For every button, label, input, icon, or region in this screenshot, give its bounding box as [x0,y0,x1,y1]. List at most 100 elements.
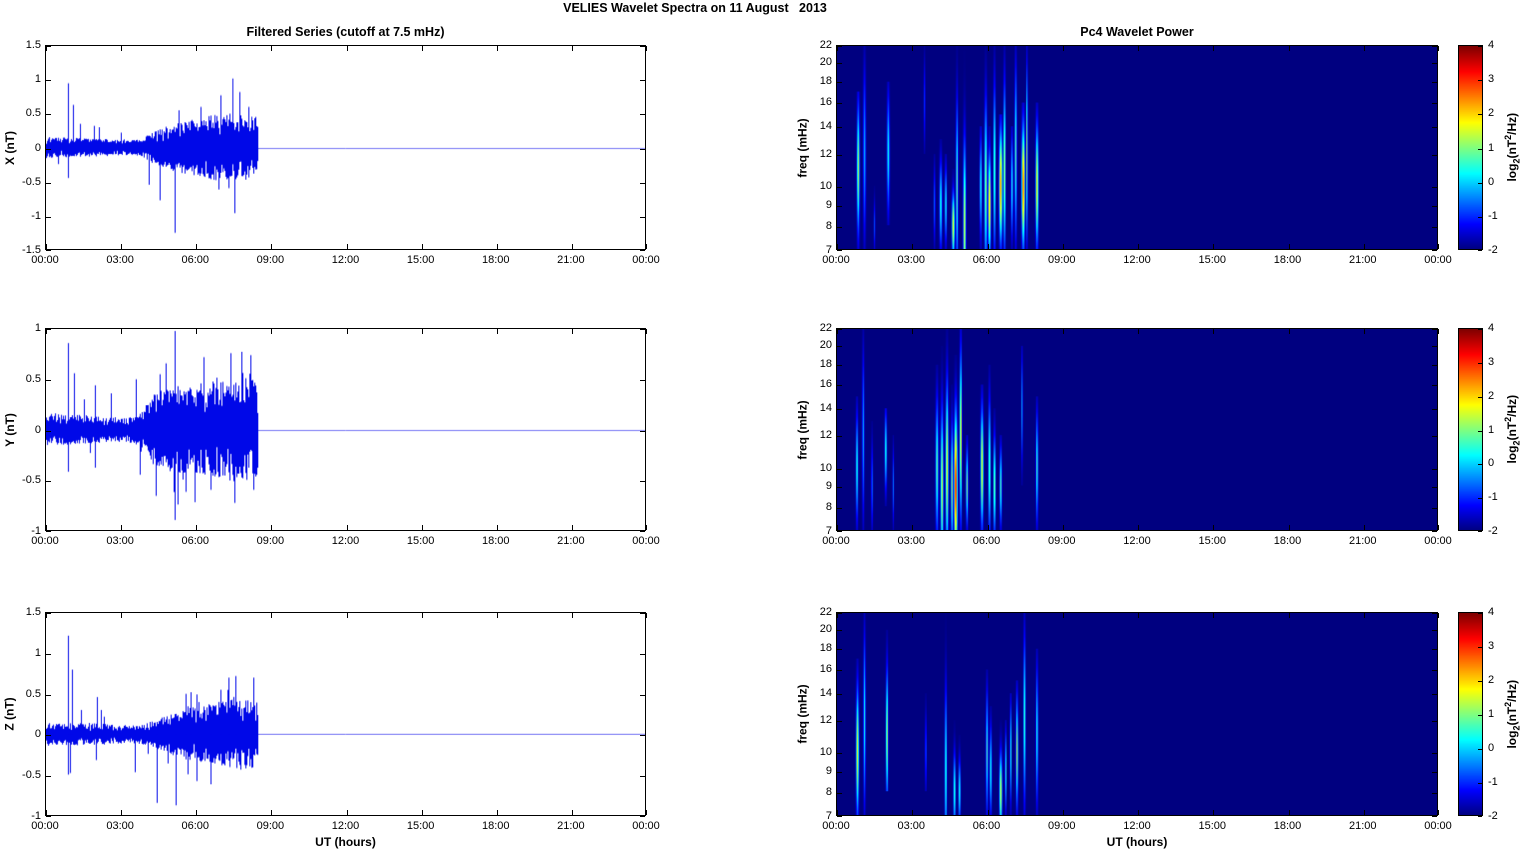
x-tick-mark [1138,244,1139,249]
x-tick-mark [988,46,989,51]
x-tick-mark [1438,244,1439,249]
y-tick-label: 10 [819,746,832,759]
x-tick-mark [1289,329,1290,334]
panel-title-filtered-series: Filtered Series (cutoff at 7.5 mHz) [246,25,445,39]
y-tick-label: 22 [819,606,832,618]
y-tick-label: 8 [825,220,832,233]
colorbar-tick-mark [1478,498,1482,499]
y-tick-mark [837,670,842,671]
x-tick-mark [196,46,197,51]
y-tick-label: 22 [819,322,832,334]
y-tick-mark [640,329,645,330]
y-tick-mark [640,114,645,115]
x-tick-mark [46,244,47,249]
x-tick-mark [121,46,122,51]
y-tick-label: -0.5 [22,474,41,487]
y-tick-mark [1432,63,1437,64]
y-tick-mark [46,735,51,736]
x-tick-mark [1138,613,1139,618]
x-tick-labels: 00:00 03:00 06:00 09:00 12:00 15:00 18:00 21:00… [822,820,1452,834]
x-tick-label: 06:00 [972,535,1001,547]
y-tick-label: 0.5 [25,372,41,385]
x-axis-label: UT (hours) [315,835,376,849]
x-tick-label: 06:00 [181,820,210,832]
y-tick-mark [46,46,51,47]
colorbar-tick-label: 1 [1488,423,1495,436]
x-tick-mark [572,329,573,334]
y-tick-mark [1432,227,1437,228]
y-tick-mark [1432,436,1437,437]
x-tick-mark [347,329,348,334]
x-tick-mark [912,46,913,51]
y-tick-mark [837,436,842,437]
x-tick-label: 00:00 [822,535,850,547]
x-tick-mark [988,810,989,815]
y-tick-mark [837,206,842,207]
y-tick-mark [1432,721,1437,722]
x-tick-mark [497,613,498,618]
y-tick-labels: -1.5 -1 -0.5 0 0.5 1 1.5 [5,39,41,256]
x-tick-mark [1364,329,1365,334]
x-tick-mark [837,525,838,530]
x-tick-mark [271,329,272,334]
y-tick-label: 9 [825,480,832,493]
y-tick-mark [640,776,645,777]
colorbar-tick-label: 3 [1488,73,1495,86]
x-tick-label: 12:00 [1123,820,1151,832]
x-tick-labels: 00:00 03:00 06:00 09:00 12:00 15:00 18:00 21:00… [822,535,1452,549]
colorbar-tick-mark [1478,816,1482,817]
y-tick-mark [837,508,842,509]
x-tick-mark [422,810,423,815]
colorbar-tick-label: 2 [1488,107,1495,120]
y-tick-label: 8 [825,786,832,799]
x-tick-mark [1289,810,1290,815]
filtered-series-z-panel: Z (nT) -1 -0.5 0 0.5 1 1.5 00:00 03:00 06:00 09:… [3,606,660,849]
x-tick-mark [646,525,647,530]
y-tick-mark [837,63,842,64]
x-tick-mark [988,329,989,334]
y-tick-mark [837,721,842,722]
x-tick-mark [1438,810,1439,815]
plot-area-z-series [45,612,647,817]
y-tick-mark [1432,793,1437,794]
colorbar-canvas [1459,329,1482,530]
colorbar-tick-label: -2 [1488,525,1498,537]
x-tick-label: 03:00 [897,254,926,266]
y-tick-mark [46,380,51,381]
x-tick-mark [1063,244,1064,249]
y-tick-mark [640,183,645,184]
y-series-canvas [46,329,645,530]
x-tick-mark [988,244,989,249]
x-tick-label: 00:00 [632,535,660,547]
wavelet-power-z-panel: freq (mHz) 7 8 9 10 12 14 16 18 20 22 00:00 03:00 0… [796,606,1521,849]
colorbar-tick-label: 3 [1488,640,1495,652]
x-tick-label: 18:00 [1273,254,1302,266]
colorbar-tick-mark [1478,80,1482,81]
x-tick-mark [1364,810,1365,815]
y-tick-label: 16 [819,96,832,108]
x-spectrogram-canvas [837,46,1437,249]
x-tick-mark [1289,613,1290,618]
x-tick-label: 00:00 [822,820,850,832]
y-tick-label: 16 [819,662,832,675]
y-tick-mark [1432,670,1437,671]
x-tick-label: 00:00 [31,535,59,547]
colorbar-tick-label: 2 [1488,674,1495,686]
y-tick-mark [640,695,645,696]
y-tick-mark [46,695,51,696]
y-tick-label: 8 [825,501,832,514]
y-tick-mark [1432,346,1437,347]
y-tick-label: 0.5 [25,107,41,120]
x-tick-mark [1138,329,1139,334]
y-tick-labels: 7 8 9 10 12 14 16 18 20 22 [806,39,832,256]
x-tick-mark [1063,613,1064,618]
colorbar-tick-label: -1 [1488,209,1498,222]
x-tick-label: 15:00 [1198,535,1227,547]
y-tick-labels: -1 -0.5 0 0.5 1 1.5 [5,606,41,822]
x-tick-label: 21:00 [1348,820,1377,832]
colorbar [1458,612,1483,817]
x-tick-label: 00:00 [1424,535,1452,547]
colorbar-tick-mark [1478,114,1482,115]
x-tick-labels: 00:00 03:00 06:00 09:00 12:00 15:00 18:00 21:00… [822,254,1452,268]
y-tick-mark [46,531,51,532]
